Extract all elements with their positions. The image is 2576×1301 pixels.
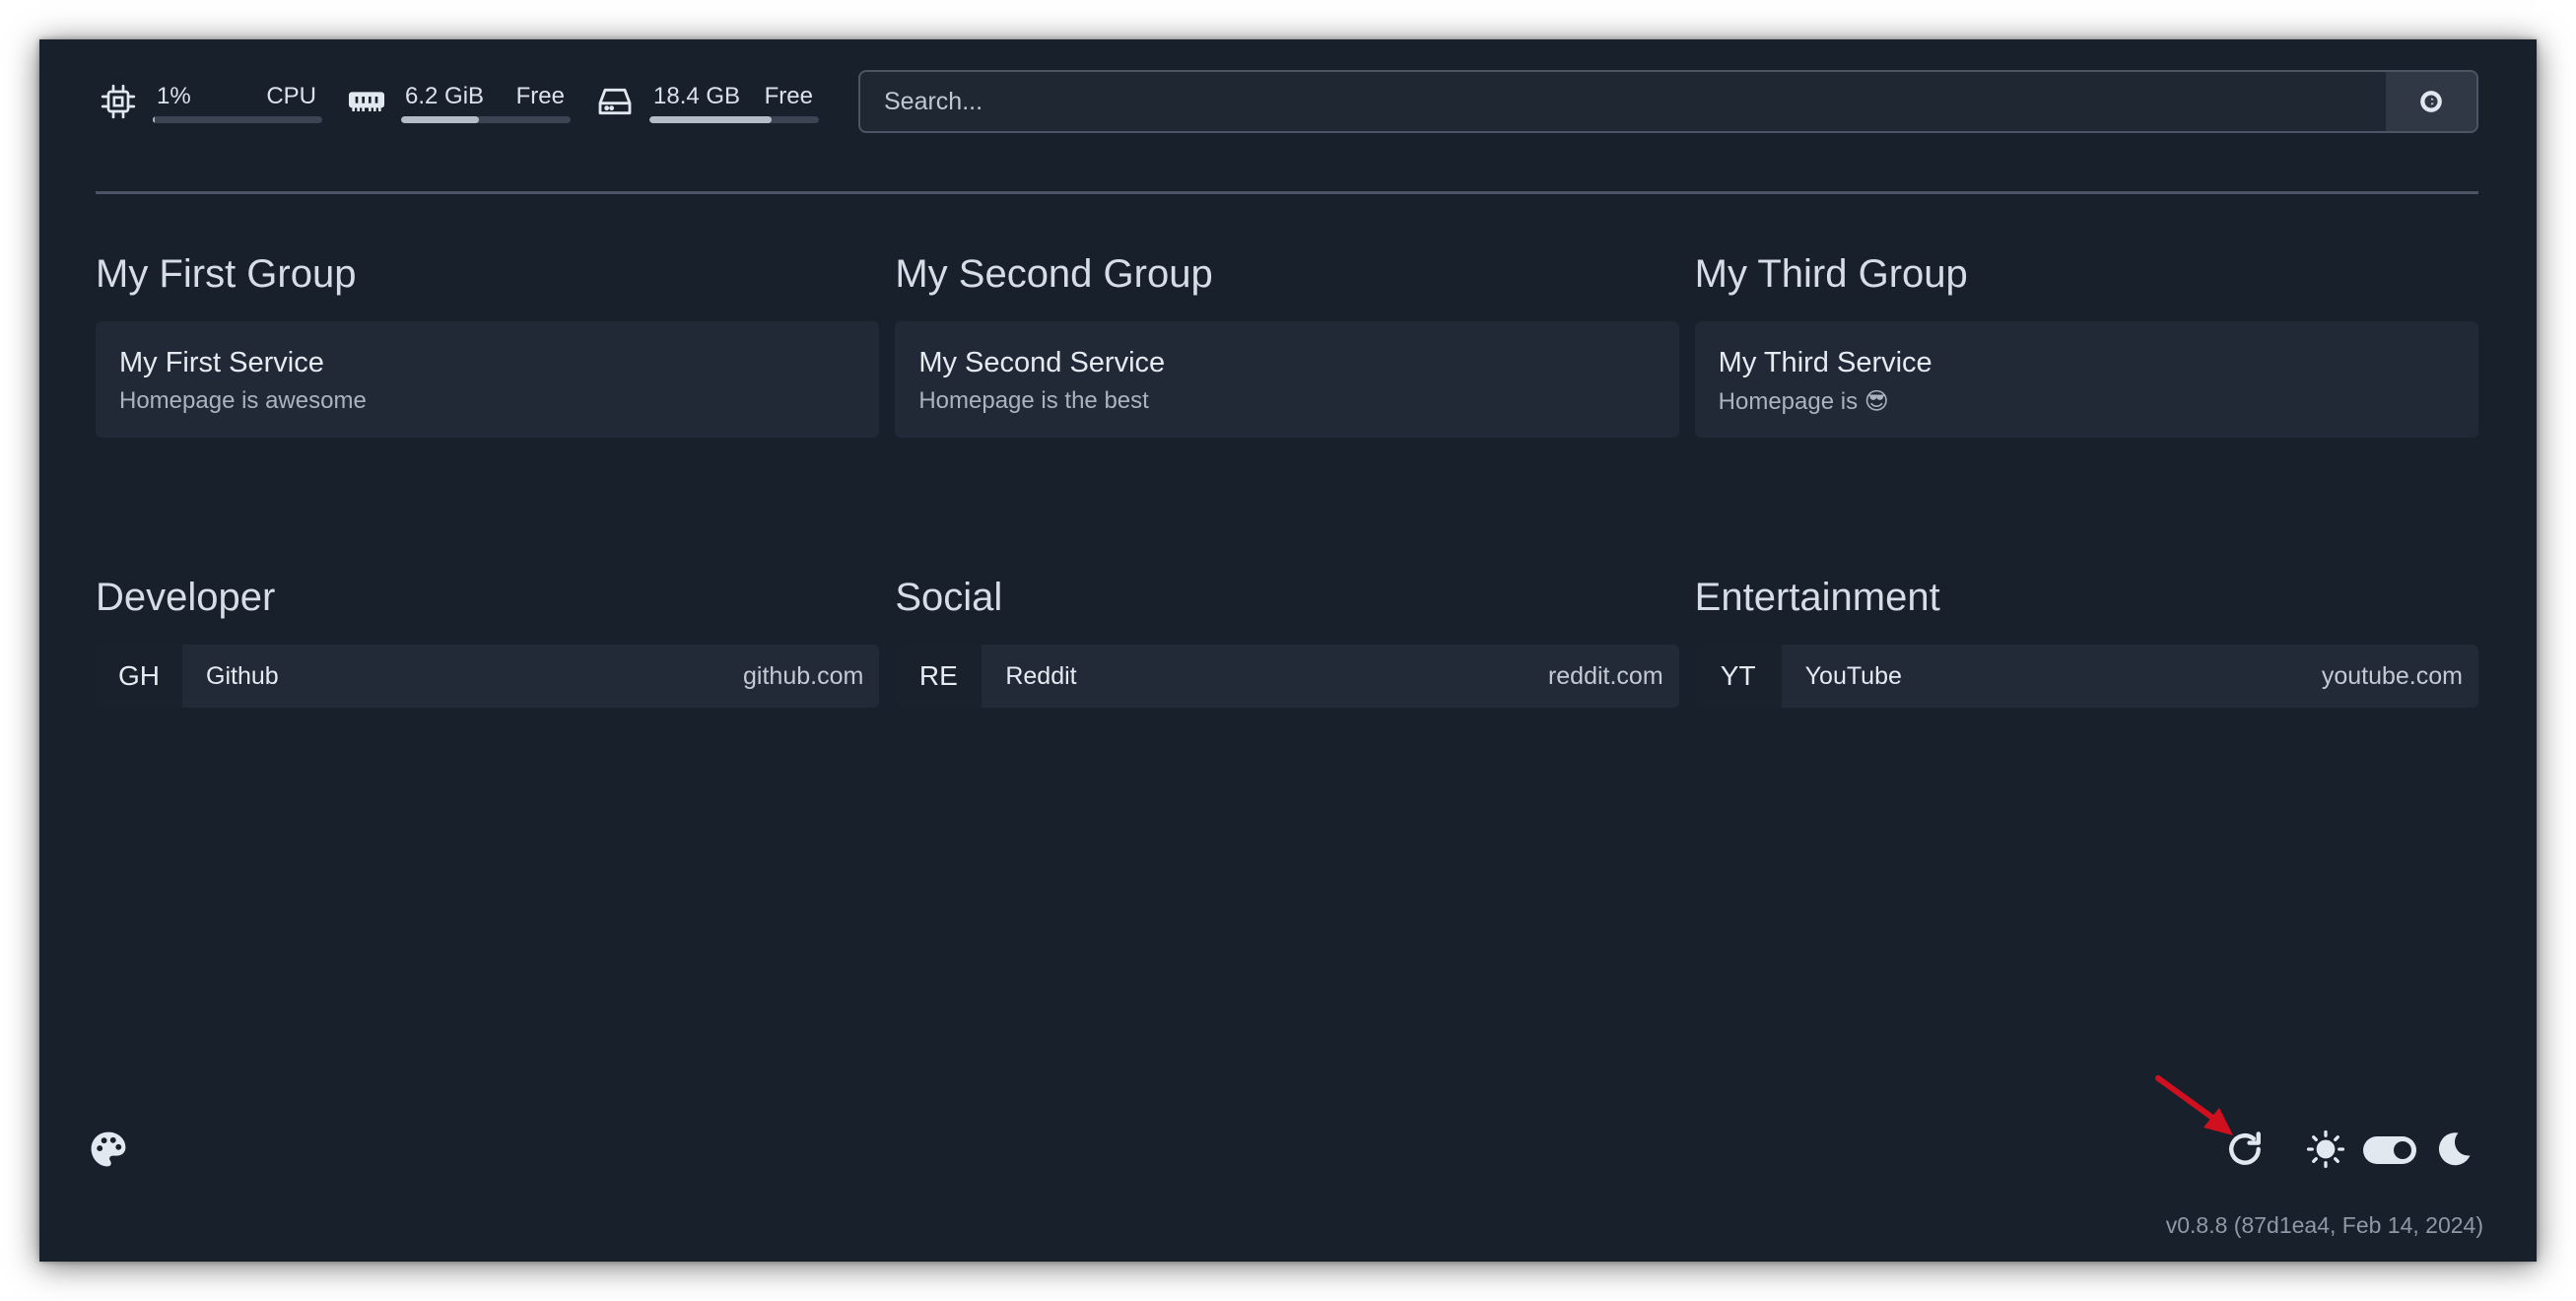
bookmark-link[interactable]: YT YouTube youtube.com [1694,645,2478,708]
cpu-bar-fill [153,115,155,123]
bookmark-url: youtube.com [2321,661,2463,690]
bookmark-abbr: GH [96,645,182,708]
bookmark-name: Reddit [1005,661,1077,690]
group-title[interactable]: Social [895,566,1678,629]
version-text: v0.8.8 (87d1ea4, Feb 14, 2024) [2165,1212,2483,1238]
header: 1% CPU 6.2 GiB Free 18.4 GB Free Search.… [96,66,2478,137]
memory-icon [344,79,389,124]
cpu-icon [96,79,141,124]
memory-bar [401,115,571,123]
homepage-window: 1% CPU 6.2 GiB Free 18.4 GB Free Search.… [39,39,2537,1262]
service-card[interactable]: My Third Service Homepage is 😎 [1694,321,2478,438]
cpu-label: CPU [266,82,316,109]
bookmark-abbr: RE [895,645,983,708]
bookmark-group: Entertainment YT YouTube youtube.com [1694,566,2478,708]
service-description: Homepage is awesome [119,387,367,414]
cpu-bar [153,115,322,123]
bookmark-link[interactable]: RE Reddit reddit.com [895,645,1679,708]
service-description: Homepage is the best [918,387,1149,414]
sun-icon[interactable] [2304,1128,2347,1171]
hard-drive-icon [592,79,638,124]
bookmark-name: Github [206,661,279,690]
bookmark-groups: Developer GH Github github.com Social RE… [96,566,2478,708]
palette-icon[interactable] [87,1128,130,1171]
disk-bar [649,115,819,123]
bookmark-name: YouTube [1804,661,1902,690]
bookmark-url: reddit.com [1547,661,1663,690]
bookmark-group: Developer GH Github github.com [96,566,880,708]
group-title[interactable]: My Second Group [895,242,1678,306]
group-title[interactable]: My First Group [96,242,879,306]
cpu-value: 1% [157,82,191,109]
memory-widget: 6.2 GiB Free [344,79,571,124]
disk-value: 18.4 GB [653,82,741,109]
memory-label: Free [515,82,565,109]
moon-icon[interactable] [2432,1128,2475,1171]
service-description: Homepage is 😎 [1718,388,1889,415]
service-group: My Third Group My Third Service Homepage… [1694,242,2478,438]
bookmark-abbr: YT [1694,645,1782,708]
memory-value: 6.2 GiB [405,82,485,109]
bookmark-link[interactable]: GH Github github.com [96,645,880,708]
service-card[interactable]: My Second Service Homepage is the best [895,321,1679,438]
header-divider [96,191,2478,194]
service-card[interactable]: My First Service Homepage is awesome [96,321,880,438]
group-title[interactable]: Developer [96,566,879,629]
service-name: My First Service [119,347,324,378]
disk-bar-fill [649,115,772,123]
service-group: My First Group My First Service Homepage… [96,242,880,438]
toggle-knob [2394,1141,2411,1159]
service-groups: My First Group My First Service Homepage… [96,242,2478,438]
bookmark-group: Social RE Reddit reddit.com [895,566,1679,708]
disk-label: Free [764,82,813,109]
refresh-icon[interactable] [2223,1128,2267,1171]
search-provider-icon [2420,91,2442,112]
service-name: My Third Service [1718,347,1932,378]
disk-widget: 18.4 GB Free [592,79,819,124]
bookmark-url: github.com [743,661,864,690]
cpu-widget: 1% CPU [96,79,322,124]
search-provider-button[interactable] [2386,72,2476,131]
search-box [858,70,2478,133]
service-group: My Second Group My Second Service Homepa… [895,242,1679,438]
memory-bar-fill [401,115,480,123]
group-title[interactable]: My Third Group [1695,242,2478,306]
service-name: My Second Service [918,347,1166,378]
group-title[interactable]: Entertainment [1695,566,2478,629]
theme-toggle[interactable] [2363,1136,2416,1164]
search-input[interactable] [860,72,2386,131]
